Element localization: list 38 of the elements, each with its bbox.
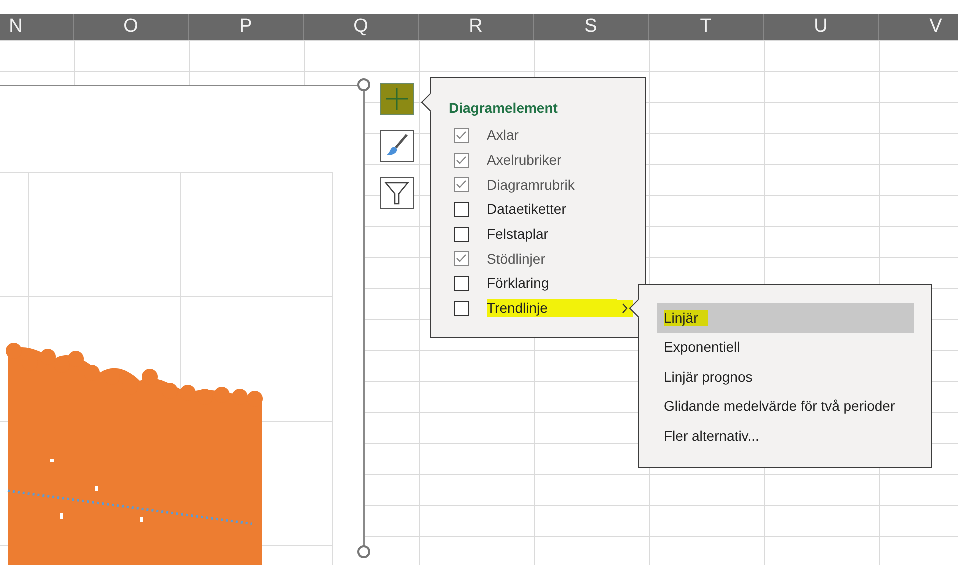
- menu-item[interactable]: Trendlinje: [487, 299, 617, 318]
- column-header[interactable]: V: [879, 14, 958, 40]
- column-header[interactable]: O: [74, 14, 189, 40]
- chart-filters-button[interactable]: [380, 177, 414, 209]
- checkbox[interactable]: [454, 152, 469, 168]
- column-header[interactable]: Q: [304, 14, 419, 40]
- checkbox[interactable]: [454, 251, 469, 266]
- menu-item[interactable]: Linjär prognos: [657, 362, 914, 392]
- resize-handle[interactable]: [357, 545, 371, 559]
- column-header[interactable]: S: [534, 14, 649, 40]
- menu-item[interactable]: Stödlinjer: [487, 250, 546, 268]
- column-header[interactable]: T: [649, 14, 764, 40]
- menu-item[interactable]: Felstaplar: [487, 225, 548, 244]
- menu-item[interactable]: Exponentiell: [657, 332, 914, 362]
- checkbox[interactable]: [454, 177, 469, 192]
- checkbox[interactable]: [454, 128, 469, 143]
- column-header[interactable]: R: [419, 14, 534, 40]
- menu-item[interactable]: Diagramrubrik: [487, 176, 575, 194]
- column-header[interactable]: N: [0, 14, 74, 40]
- column-header[interactable]: P: [189, 14, 304, 40]
- menu-item[interactable]: Axlar: [487, 126, 519, 144]
- panel-title: Diagramelement: [449, 99, 559, 118]
- chart-area[interactable]: [0, 85, 364, 565]
- column-header[interactable]: U: [764, 14, 879, 40]
- funnel-icon: [384, 180, 410, 206]
- checkbox[interactable]: [454, 202, 469, 217]
- plus-icon: [384, 86, 410, 112]
- menu-item[interactable]: Linjär: [657, 303, 914, 332]
- menu-item[interactable]: Fler alternativ...: [657, 421, 914, 450]
- menu-item[interactable]: Axelrubriker: [487, 151, 562, 170]
- menu-item[interactable]: Förklaring: [487, 274, 550, 292]
- chart-styles-button[interactable]: [380, 130, 414, 162]
- checkbox[interactable]: [454, 300, 469, 316]
- checkbox[interactable]: [454, 226, 469, 242]
- menu-item[interactable]: Glidande medelvärde för två perioder: [657, 392, 914, 421]
- resize-handle[interactable]: [357, 78, 371, 92]
- checkbox[interactable]: [454, 276, 469, 291]
- menu-item[interactable]: Dataetiketter: [487, 200, 566, 218]
